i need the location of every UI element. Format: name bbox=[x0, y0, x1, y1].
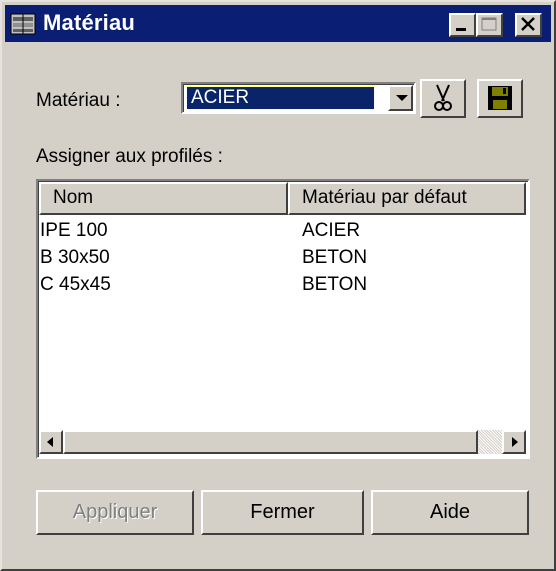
material-app-icon bbox=[10, 13, 36, 35]
minimize-icon bbox=[456, 28, 466, 31]
material-dialog: Matériau Matériau : ACIER Assigner aux p… bbox=[0, 0, 556, 571]
table-row[interactable]: C 45x45 BETON bbox=[39, 271, 527, 298]
maximize-button[interactable] bbox=[476, 13, 503, 37]
scrollbar-thumb[interactable] bbox=[63, 430, 478, 454]
title-bar[interactable]: Matériau bbox=[5, 5, 551, 42]
save-button[interactable] bbox=[477, 79, 523, 118]
profiles-listview[interactable]: Nom Matériau par défaut IPE 100 ACIER B … bbox=[36, 179, 530, 459]
column-header-name[interactable]: Nom bbox=[39, 182, 288, 215]
cut-button[interactable] bbox=[420, 79, 466, 118]
table-row[interactable]: IPE 100 ACIER bbox=[39, 217, 527, 244]
assign-label: Assigner aux profilés : bbox=[36, 146, 223, 167]
apply-button[interactable]: Appliquer bbox=[36, 490, 194, 535]
cell-material: ACIER bbox=[302, 220, 361, 241]
horizontal-scrollbar[interactable] bbox=[39, 430, 526, 454]
minimize-button[interactable] bbox=[449, 13, 476, 37]
scroll-right-arrow-icon[interactable] bbox=[502, 430, 526, 454]
material-label: Matériau : bbox=[36, 90, 121, 111]
combo-dropdown-button[interactable] bbox=[388, 85, 413, 111]
window-title: Matériau bbox=[43, 10, 136, 35]
cell-name: B 30x50 bbox=[40, 247, 110, 268]
cell-material: BETON bbox=[302, 247, 368, 268]
close-icon bbox=[521, 17, 535, 31]
close-dialog-button[interactable]: Fermer bbox=[201, 490, 364, 535]
floppy-save-icon bbox=[488, 86, 512, 110]
column-header-material[interactable]: Matériau par défaut bbox=[288, 182, 526, 215]
material-combobox[interactable]: ACIER bbox=[181, 82, 416, 114]
cell-name: C 45x45 bbox=[40, 274, 111, 295]
cell-name: IPE 100 bbox=[40, 220, 108, 241]
cell-material: BETON bbox=[302, 274, 368, 295]
help-button[interactable]: Aide bbox=[371, 490, 529, 535]
material-combo-value[interactable]: ACIER bbox=[186, 86, 375, 110]
scroll-left-arrow-icon[interactable] bbox=[39, 430, 63, 454]
close-button[interactable] bbox=[515, 13, 542, 37]
scissors-icon bbox=[434, 84, 452, 111]
maximize-icon bbox=[481, 17, 497, 31]
table-row[interactable]: B 30x50 BETON bbox=[39, 244, 527, 271]
